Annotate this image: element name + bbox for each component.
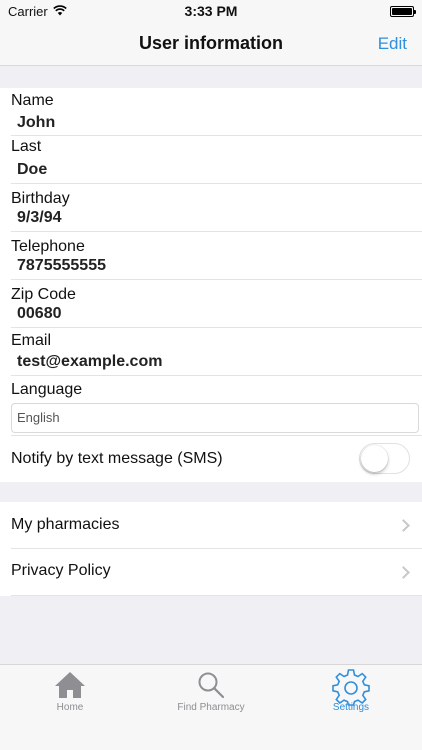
field-row-telephone: Telephone 7875555555 — [11, 232, 422, 280]
edit-button[interactable]: Edit — [378, 34, 407, 54]
page-title: User information — [138, 33, 284, 53]
chevron-right-icon — [397, 519, 410, 532]
status-left: Carrier — [8, 4, 67, 19]
tab-bar: Home Find Pharmacy Settings — [0, 664, 422, 750]
field-value: 00680 — [17, 305, 62, 322]
toggle-knob — [361, 445, 388, 472]
language-row: Language English — [11, 376, 422, 436]
tab-find-pharmacy[interactable]: Find Pharmacy — [141, 665, 281, 725]
privacy-policy-label: Privacy Policy — [11, 562, 111, 579]
field-value: 9/3/94 — [17, 209, 62, 226]
language-label: Language — [11, 381, 83, 398]
field-label: Name — [11, 92, 54, 109]
profile-group: Name John Last Doe Birthday 9/3/94 Telep… — [0, 88, 422, 482]
tab-home[interactable]: Home — [0, 665, 140, 725]
field-label: Zip Code — [11, 286, 76, 303]
field-value: 7875555555 — [17, 257, 106, 274]
field-row-email: Email test@example.com — [11, 328, 422, 376]
my-pharmacies-row[interactable]: My pharmacies — [11, 502, 422, 549]
field-row-last: Last Doe — [11, 136, 422, 184]
navigation-bar: User information Edit — [0, 22, 422, 66]
field-label: Last — [11, 138, 42, 155]
search-icon — [197, 671, 225, 704]
sms-row: Notify by text message (SMS) — [11, 436, 422, 482]
chevron-right-icon — [397, 566, 410, 579]
carrier-label: Carrier — [8, 3, 48, 19]
field-row-birthday: Birthday 9/3/94 — [11, 184, 422, 232]
links-group: My pharmacies Privacy Policy — [0, 502, 422, 596]
settings-content: Name John Last Doe Birthday 9/3/94 Telep… — [0, 66, 422, 664]
field-value: Doe — [17, 161, 48, 178]
field-label: Birthday — [11, 190, 70, 207]
battery-icon — [390, 5, 416, 17]
field-label: Email — [11, 332, 52, 349]
home-icon — [54, 671, 86, 704]
my-pharmacies-label: My pharmacies — [11, 516, 120, 533]
tab-label: Find Pharmacy — [177, 702, 245, 713]
field-value: test@example.com — [17, 353, 163, 370]
sms-toggle[interactable] — [359, 443, 410, 474]
tab-label: Settings — [332, 702, 370, 713]
sms-label: Notify by text message (SMS) — [11, 450, 223, 467]
tab-label: Home — [56, 702, 84, 713]
field-row-name: Name John — [11, 88, 422, 136]
wifi-icon — [52, 4, 67, 19]
field-row-zip-code: Zip Code 00680 — [11, 280, 422, 328]
privacy-policy-row[interactable]: Privacy Policy — [11, 549, 422, 596]
status-bar: Carrier 3:33 PM — [0, 0, 422, 22]
field-value: John — [17, 114, 56, 131]
field-label: Telephone — [11, 238, 85, 255]
tab-settings[interactable]: Settings — [281, 665, 421, 725]
language-select[interactable]: English — [11, 403, 419, 433]
